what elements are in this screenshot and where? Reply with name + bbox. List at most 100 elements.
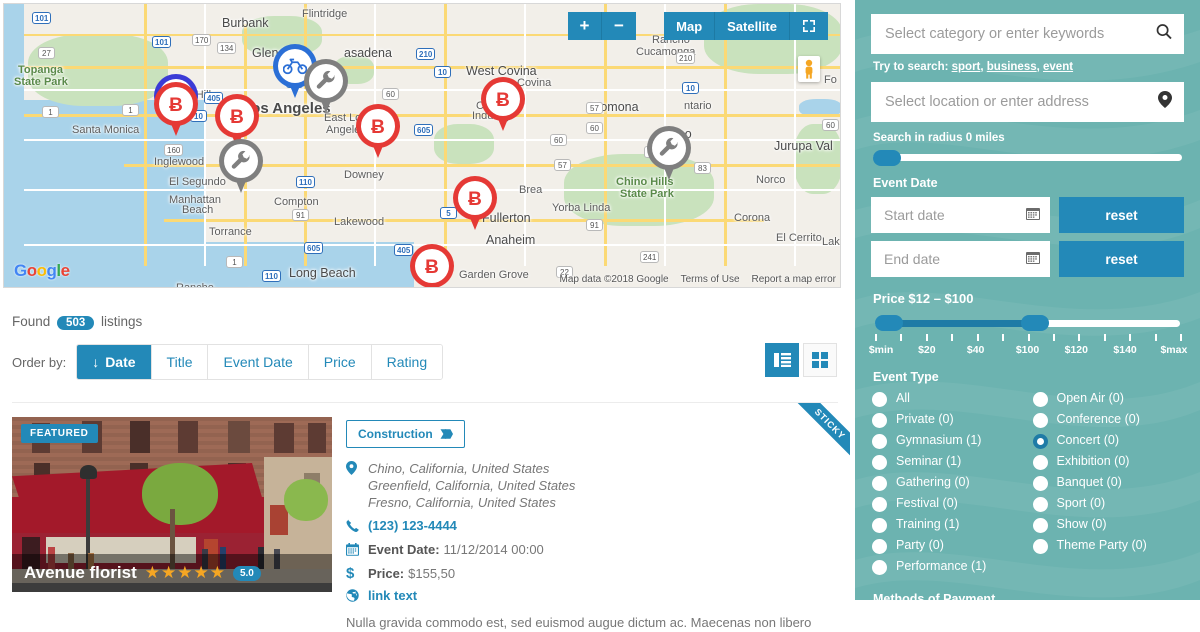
radio-icon[interactable]	[872, 560, 887, 575]
listing-website-link[interactable]: link text	[368, 588, 417, 603]
radio-icon[interactable]	[1032, 539, 1048, 554]
event-type-options: All Private (0) Gymnasium (1) Seminar (1) Ga…	[871, 391, 1184, 580]
event-type-option-open-air-0[interactable]: Open Air (0)	[1032, 391, 1185, 407]
category-search-input[interactable]: Select category or enter keywords	[871, 14, 1184, 54]
hint-link-sport[interactable]: sport	[952, 61, 981, 73]
order-tab-rating[interactable]: Rating	[371, 345, 443, 379]
price-slider[interactable]	[875, 315, 1180, 331]
zoom-out-button[interactable]: −	[602, 12, 636, 40]
map-marker-wrench[interactable]	[647, 126, 691, 184]
map-marker-bitcoin[interactable]: Ƀ	[410, 244, 454, 287]
radio-icon[interactable]	[1032, 455, 1048, 470]
event-type-option-performance-1[interactable]: Performance (1)	[871, 559, 1024, 575]
radio-icon[interactable]	[872, 413, 887, 428]
calendar-icon[interactable]	[1026, 207, 1040, 224]
map-marker-wrench[interactable]	[219, 139, 263, 197]
listing-card[interactable]: FEATURED Avenue florist ★★★★★ 5.0 STICKY…	[12, 402, 850, 632]
hint-link-business[interactable]: business	[987, 61, 1037, 73]
event-type-option-private-0[interactable]: Private (0)	[871, 412, 1024, 428]
event-type-option-exhibition-0[interactable]: Exhibition (0)	[1032, 454, 1185, 470]
report-map-error-link[interactable]: Report a map error	[752, 274, 836, 285]
event-type-option-concert-0[interactable]: Concert (0)	[1032, 433, 1185, 449]
map-type-map-button[interactable]: Map	[664, 12, 715, 40]
search-icon[interactable]	[1156, 24, 1172, 45]
radius-slider-handle[interactable]	[873, 150, 901, 166]
event-type-option-training-1[interactable]: Training (1)	[871, 517, 1024, 533]
event-type-option-sport-0[interactable]: Sport (0)	[1032, 496, 1185, 512]
map-marker-bitcoin[interactable]: Ƀ	[481, 77, 525, 135]
order-tab-event-date[interactable]: Event Date	[208, 345, 309, 379]
order-tab-title[interactable]: Title	[151, 345, 209, 379]
start-date-reset-button[interactable]: reset	[1059, 197, 1184, 233]
grid-view-button[interactable]	[803, 343, 837, 377]
option-label: Concert (0)	[1056, 433, 1120, 447]
list-view-button[interactable]	[765, 343, 799, 377]
radio-icon[interactable]	[1032, 392, 1048, 407]
order-tab-price[interactable]: Price	[308, 345, 372, 379]
filter-sidebar: Select category or enter keywords Try to…	[855, 0, 1200, 600]
radio-icon[interactable]	[872, 497, 887, 512]
event-type-option-party-0[interactable]: Party (0)	[871, 538, 1024, 554]
map-marker-bitcoin[interactable]: Ƀ	[154, 82, 198, 140]
listing-category-tag[interactable]: Construction	[346, 420, 465, 448]
event-type-option-festival-0[interactable]: Festival (0)	[871, 496, 1024, 512]
map-fullscreen-button[interactable]	[789, 12, 828, 40]
radius-label: Search in radius 0 miles	[873, 132, 1184, 144]
map-type-satellite-button[interactable]: Satellite	[714, 12, 789, 40]
order-tab-date[interactable]: ↓ Date	[77, 345, 152, 379]
zoom-in-button[interactable]: +	[568, 12, 602, 40]
event-type-option-gymnasium-1[interactable]: Gymnasium (1)	[871, 433, 1024, 449]
radio-icon[interactable]	[872, 476, 887, 491]
map-place-label: State Park	[14, 76, 68, 88]
event-type-option-gathering-0[interactable]: Gathering (0)	[871, 475, 1024, 491]
radio-icon[interactable]	[1032, 518, 1048, 533]
price-slider-max-handle[interactable]	[1021, 315, 1050, 331]
radio-icon[interactable]	[872, 518, 887, 533]
map-panel[interactable]: TopangaState ParkBurbankFlintridgeGlenda…	[3, 3, 841, 288]
event-type-option-seminar-1[interactable]: Seminar (1)	[871, 454, 1024, 470]
map-place-label: ntario	[684, 100, 712, 112]
radio-icon[interactable]	[1032, 497, 1048, 512]
start-date-input[interactable]: Start date	[871, 197, 1050, 233]
map-pin-icon[interactable]	[1158, 91, 1172, 113]
map-marker-bitcoin[interactable]: Ƀ	[453, 176, 497, 234]
event-type-option-conference-0[interactable]: Conference (0)	[1032, 412, 1185, 428]
map-attribution: Map data ©2018 Google Terms of Use Repor…	[559, 274, 836, 285]
map-zoom-controls[interactable]: + −	[568, 12, 636, 40]
terms-of-use-link[interactable]: Terms of Use	[681, 274, 740, 285]
view-toggle[interactable]	[765, 343, 837, 377]
event-type-option-all[interactable]: All	[871, 391, 1024, 407]
order-tabs[interactable]: ↓ Date Title Event Date Price Rating	[76, 344, 444, 380]
address-line-1: Chino, California, United States	[368, 461, 550, 476]
radio-icon[interactable]	[872, 539, 887, 554]
end-date-reset-button[interactable]: reset	[1059, 241, 1184, 277]
end-date-input[interactable]: End date	[871, 241, 1050, 277]
fullscreen-icon	[803, 20, 815, 32]
calendar-icon[interactable]	[1026, 251, 1040, 268]
radio-icon[interactable]	[1032, 413, 1048, 428]
radio-icon[interactable]	[872, 392, 887, 407]
radio-icon[interactable]	[1032, 434, 1048, 449]
location-search-input[interactable]: Select location or enter address	[871, 82, 1184, 122]
wrench-icon	[224, 144, 258, 178]
event-type-option-show-0[interactable]: Show (0)	[1032, 517, 1185, 533]
listing-category-label: Construction	[358, 427, 433, 441]
map-type-controls[interactable]: Map Satellite	[664, 12, 828, 40]
map-marker-bitcoin[interactable]: Ƀ	[356, 104, 400, 162]
radio-icon[interactable]	[872, 455, 887, 470]
listing-phone-link[interactable]: (123) 123-4444	[368, 518, 457, 533]
map-route-shield: 101	[32, 12, 52, 24]
event-date-section-title: Event Date	[873, 176, 938, 190]
hint-link-event[interactable]: event	[1043, 61, 1073, 73]
event-type-option-theme-party-0[interactable]: Theme Party (0)	[1032, 538, 1185, 554]
map-marker-wrench[interactable]	[304, 59, 348, 117]
street-view-pegman-icon[interactable]	[798, 56, 820, 82]
event-type-option-banquet-0[interactable]: Banquet (0)	[1032, 475, 1185, 491]
price-slider-min-handle[interactable]	[875, 315, 903, 331]
listing-thumbnail[interactable]: FEATURED Avenue florist ★★★★★ 5.0	[12, 417, 332, 592]
listing-title[interactable]: Avenue florist	[24, 563, 137, 583]
radius-slider[interactable]	[873, 150, 1182, 166]
radio-icon[interactable]	[872, 434, 887, 449]
radio-icon[interactable]	[1032, 476, 1048, 491]
map-place-label: Downey	[344, 169, 384, 181]
